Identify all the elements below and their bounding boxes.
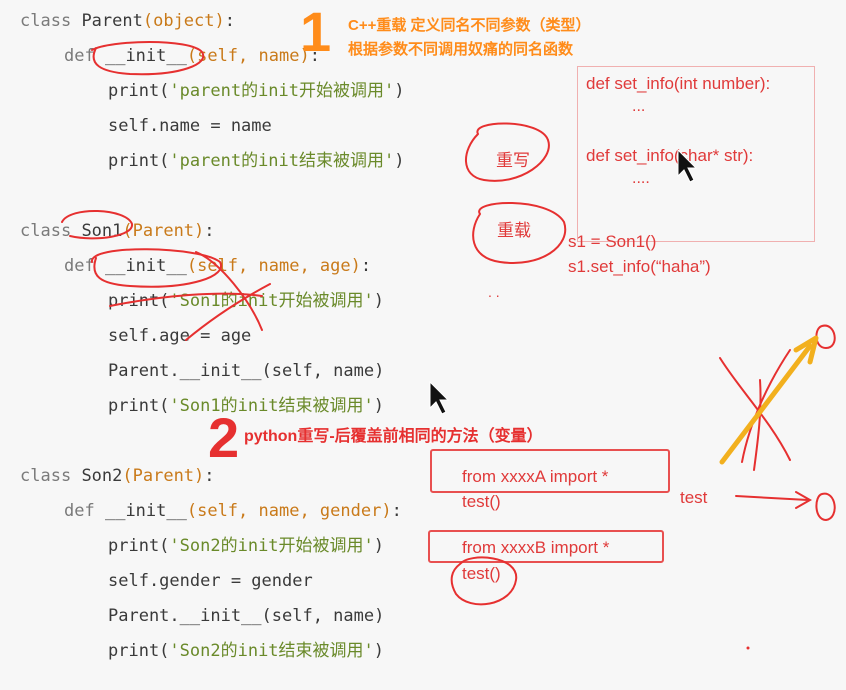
cpp-def-char: def set_info(char* str): (586, 146, 754, 165)
annotation-overload-line1: C++重载 定义同名不同参数（类型） (348, 17, 591, 34)
s1-assign-note: s1 = Son1() (568, 232, 657, 251)
test-a-note: test() (462, 492, 501, 511)
cpp-def-int: def set_info(int number): (586, 74, 771, 93)
code-line-son2-super-call: Parent.__init__(self, name) (108, 606, 385, 626)
code-line-son2-print-end: print('Son2的init结束被调用') (108, 641, 385, 661)
x-mark-2 (741, 349, 791, 463)
code-line-son1-assign: self.age = age (108, 326, 252, 346)
yellow-arrow (719, 343, 813, 465)
annotation-number-2: 2 (208, 406, 240, 469)
code-line-parent-print-end: print('parent的init结束被调用') (108, 151, 405, 171)
arrow-to-zero (735, 491, 813, 509)
import-b-note: from xxxxB import * (462, 538, 610, 557)
code-line-son1-class: class Son1(Parent): (20, 221, 215, 241)
code-line-parent-assign: self.name = name (108, 116, 272, 136)
mouse-cursor-2 (429, 380, 450, 415)
annotation-python-override: python重写-后覆盖前相同的方法（变量） (244, 428, 543, 445)
annotation-overload-label: 重载 (497, 221, 531, 240)
test-label-note: test (680, 488, 708, 507)
import-a-note: from xxxxA import * (462, 467, 609, 486)
code-line-parent-print-start: print('parent的init开始被调用') (108, 81, 405, 101)
annotation-override-label: 重写 (496, 151, 530, 170)
zero-top (815, 324, 836, 350)
s1-call-note: s1.set_info(“haha”) (568, 257, 711, 276)
annotation-overload-line2: 根据参数不同调用奴痛的同名函数 (348, 41, 574, 58)
annotation-dots: . . (488, 284, 500, 300)
code-line-parent-init: def __init__(self, name): (64, 46, 320, 66)
code-line-son1-init: def __init__(self, name, age): (64, 256, 372, 276)
code-line-son1-print-end: print('Son1的init结束被调用') (108, 396, 385, 416)
code-line-son2-class: class Son2(Parent): (20, 466, 215, 486)
x-mark-1 (719, 357, 791, 461)
code-line-son1-super-call: Parent.__init__(self, name) (108, 361, 385, 381)
code-line-son2-print-start: print('Son2的init开始被调用') (108, 536, 385, 556)
yellow-arrow-head (793, 335, 819, 365)
code-line-son1-print-start: print('Son1的init开始被调用') (108, 291, 385, 311)
annotation-number-1: 1 (300, 0, 332, 63)
small-dot (746, 646, 750, 650)
test-b-note: test() (462, 564, 501, 583)
code-line-son2-init: def __init__(self, name, gender): (64, 501, 402, 521)
code-line-parent-class: class Parent(object): (20, 11, 235, 31)
cpp-dots-1: ... (632, 98, 646, 115)
x-mark-3 (753, 379, 762, 471)
zero-bottom (815, 492, 836, 522)
cpp-dots-2: .... (632, 170, 650, 187)
code-line-son2-assign: self.gender = gender (108, 571, 313, 591)
